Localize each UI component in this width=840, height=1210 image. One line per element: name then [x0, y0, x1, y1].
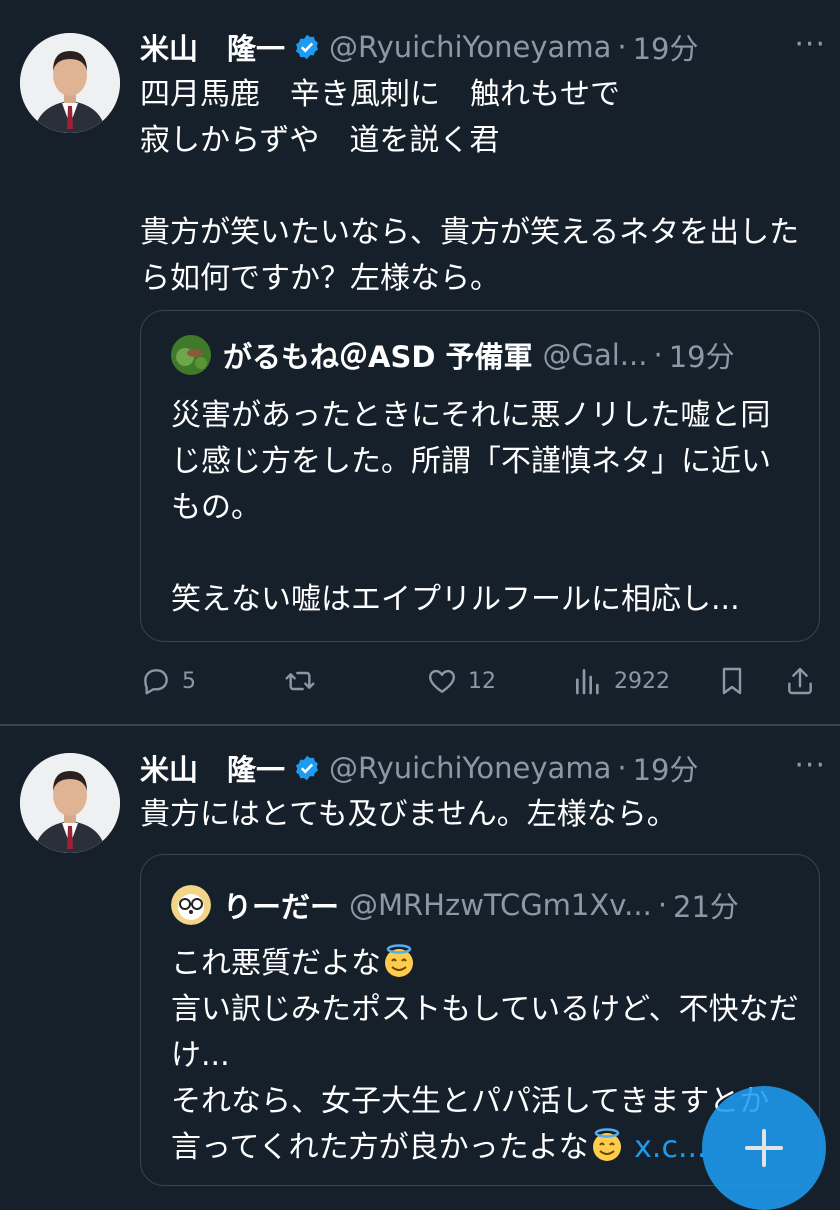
- author-handle[interactable]: @RyuichiYoneyama: [329, 751, 611, 785]
- smiling-halo-emoji-icon: [589, 1127, 625, 1163]
- smiling-halo-emoji-icon: [381, 943, 417, 979]
- quoted-author-handle: @Gal...: [542, 338, 648, 372]
- bookmark-icon: [722, 667, 742, 695]
- verified-badge-icon: [293, 754, 321, 782]
- share-button[interactable]: [784, 655, 816, 707]
- quoted-avatar: [171, 885, 211, 925]
- reply-button[interactable]: 5: [140, 655, 196, 707]
- separator-dot: ·: [617, 751, 627, 785]
- separator-dot: ·: [657, 888, 668, 922]
- avatar[interactable]: [20, 753, 120, 853]
- reply-icon: [144, 669, 168, 695]
- compose-button[interactable]: [702, 1086, 826, 1210]
- quoted-avatar: [171, 335, 211, 375]
- retweet-icon: [285, 671, 315, 691]
- share-icon: [788, 667, 812, 695]
- author-handle[interactable]: @RyuichiYoneyama: [329, 30, 611, 64]
- tweet-text: 貴方にはとても及びません。左様なら。: [140, 797, 677, 832]
- more-options-icon[interactable]: ···: [794, 27, 826, 62]
- avatar[interactable]: [20, 33, 120, 133]
- quoted-tweet-header: がるもね＠ASD 予備軍 @Gal... · 19分: [171, 335, 805, 375]
- tweet-text: 四月馬鹿 辛き風刺に 触れもせで 寂しからずや 道を説く君 貴方が笑いたいなら、…: [140, 77, 800, 296]
- analytics-icon: [576, 669, 599, 695]
- view-count: 2922: [614, 668, 670, 694]
- separator-dot: ·: [617, 30, 627, 64]
- separator-dot: ·: [653, 338, 663, 372]
- tweet-header: 米山 隆一 @RyuichiYoneyama · 19分: [140, 748, 820, 788]
- verified-badge-icon: [293, 33, 321, 61]
- bookmark-button[interactable]: [716, 655, 748, 707]
- tweet[interactable]: 米山 隆一 @RyuichiYoneyama · 19分 ··· 四月馬鹿 辛き…: [0, 0, 840, 724]
- more-options-icon[interactable]: ···: [794, 748, 826, 783]
- author-name[interactable]: 米山 隆一: [140, 26, 285, 68]
- author-name[interactable]: 米山 隆一: [140, 747, 285, 789]
- quoted-text-line: 言い訳じみたポストもしているけど、不快なだけ...: [171, 992, 799, 1073]
- timestamp[interactable]: 19分: [633, 26, 699, 68]
- like-button[interactable]: 12: [426, 655, 496, 707]
- quoted-link[interactable]: x.c...: [634, 1130, 706, 1165]
- quoted-author-name: りーだー: [223, 890, 340, 924]
- quoted-timestamp: 19分: [668, 340, 735, 374]
- views-button[interactable]: 2922: [572, 655, 670, 707]
- plus-icon: [745, 1129, 783, 1167]
- quoted-tweet[interactable]: がるもね＠ASD 予備軍 @Gal... · 19分 災害があったときにそれに悪…: [140, 310, 820, 642]
- reply-count: 5: [182, 668, 196, 694]
- quoted-tweet-text: 災害があったときにそれに悪ノリした嘘と同じ感じ方をした。所謂「不謹慎ネタ」に近い…: [171, 398, 771, 617]
- heart-icon: [428, 669, 456, 693]
- tweet-header: 米山 隆一 @RyuichiYoneyama · 19分: [140, 27, 820, 67]
- quoted-tweet-header: りーだー @MRHzwTCGm1Xv... · 21分: [171, 885, 805, 925]
- like-count: 12: [468, 668, 496, 694]
- quoted-author-name: がるもね＠ASD 予備軍: [223, 340, 533, 374]
- action-bar: 5 12 2922: [140, 655, 820, 707]
- timestamp[interactable]: 19分: [633, 747, 699, 789]
- retweet-button[interactable]: [284, 655, 326, 707]
- quoted-author-handle: @MRHzwTCGm1Xv...: [349, 888, 652, 922]
- quoted-timestamp: 21分: [673, 890, 739, 924]
- quoted-text-line: これ悪質だよな: [171, 946, 381, 981]
